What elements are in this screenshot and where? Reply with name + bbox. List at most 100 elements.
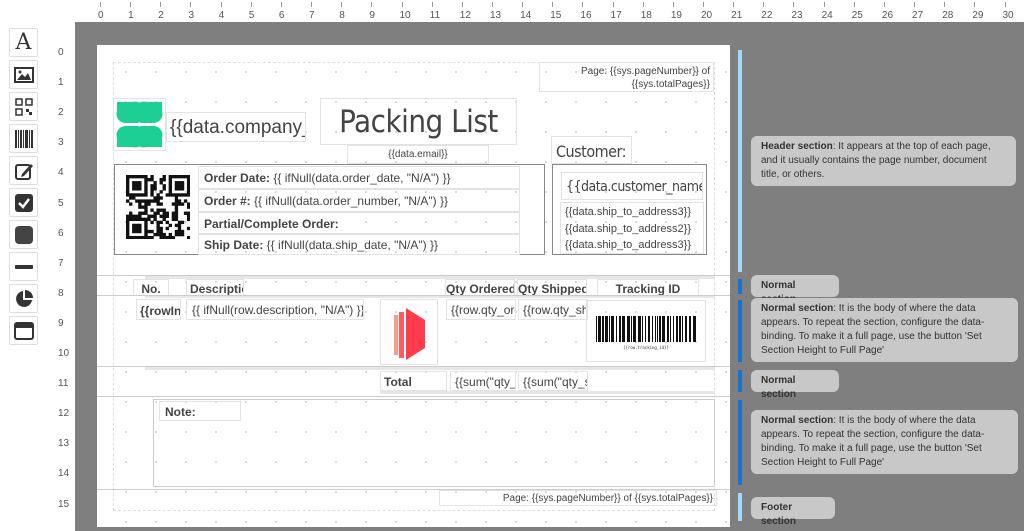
chart-tool[interactable] [9,284,38,313]
ruler-label: 16 [580,10,592,21]
total-border [380,391,715,394]
ruler-label: 8 [58,287,64,299]
partial-order-field[interactable]: Partial/Complete Order: [198,212,520,234]
ruler-label: 4 [218,10,225,21]
barcode-image [596,316,696,342]
header-page-number[interactable]: Page: {{sys.pageNumber}} of {{sys.totalP… [539,62,714,92]
ruler-label: 0 [58,47,64,58]
note-title: Header section [761,141,833,152]
order-date-field[interactable]: Order Date: {{ ifNull(data.order_date, "… [198,166,520,189]
ruler-label: 17 [610,10,622,21]
total-label[interactable]: Total [380,371,447,391]
header-description[interactable]: Description [186,279,244,296]
ruler-tick [461,2,463,7]
container-tool[interactable] [9,316,38,345]
ruler-label: 15 [58,498,70,510]
row-qty-ordered[interactable]: {{row.qty_ordered}} [446,299,516,320]
normal-section-bar[interactable] [738,370,742,392]
header-no[interactable]: No. [133,279,169,296]
brand-logo-icon [394,308,425,360]
total-qty-shipped[interactable]: {{sum("qty_shipped")}} [518,371,588,391]
line-tool[interactable] [9,252,38,281]
ruler-label: 7 [58,257,64,269]
ruler-label: 2 [58,107,64,119]
document-title[interactable]: Packing List [320,98,517,145]
product-image[interactable] [380,299,438,365]
edit-icon [14,163,33,180]
ship-date-value: {{ ifNull(data.ship_date, "N/A") }} [263,238,438,252]
logo-icon [116,101,163,148]
ruler-tick [672,2,674,7]
footer-section-bar[interactable] [738,493,742,521]
note-label[interactable]: Note: [159,401,241,421]
normal-section-bar[interactable] [738,279,742,294]
ruler-tick [703,2,704,7]
qrcode-tool[interactable] [9,92,38,121]
note-title: Normal section [761,303,834,314]
ruler-label: 10 [399,10,411,21]
customer-name[interactable]: {{data.customer_name}} [561,172,703,200]
barcode-tool[interactable] [9,124,38,153]
header-tracking-id[interactable]: Tracking ID [597,279,699,296]
ruler-label: 1 [58,77,64,89]
ruler-tick [491,2,493,7]
row-description[interactable]: {{ ifNull(row.description, "N/A") }} [186,299,364,320]
ruler-tick [341,2,343,7]
footer-section-note: Footer section [751,497,835,527]
ruler-label: 11 [429,10,441,21]
ruler-tick [944,2,946,7]
ruler-label: 25 [851,10,863,21]
ruler-tick [733,2,735,7]
normal-section-note: Normal section [751,370,839,400]
normal-section-note: Normal section: It is the body of where … [751,298,1018,362]
ruler-label: 14 [58,468,70,480]
image-tool[interactable] [9,60,38,89]
ship-date-field[interactable]: Ship Date: {{ ifNull(data.ship_date, "N/… [198,234,520,255]
ruler-tick [823,2,825,7]
order-number-label: Order #: [204,194,251,208]
company-name[interactable]: {{data.company_name}} [166,112,306,142]
qrcode-image[interactable] [126,175,190,239]
checkbox-tool[interactable] [9,188,38,217]
signature-tool[interactable] [9,156,38,185]
ruler-tick [612,2,614,7]
email-field[interactable]: {{data.email}} [347,145,489,164]
ruler-tick [1004,2,1006,7]
header-qty-ordered[interactable]: Qty Ordered [445,279,515,296]
order-number-field[interactable]: Order #: {{ ifNull(data.order_number, "N… [198,189,520,212]
normal-section-bar[interactable] [738,300,742,362]
text-tool[interactable]: A [9,28,38,57]
ruler-tick [371,2,373,7]
ruler-label: 26 [881,10,894,21]
image-icon [13,66,34,83]
normal-section-note: Normal section: It is the body of where … [751,410,1018,474]
header-section-bar[interactable] [738,50,742,272]
ruler-label: 27 [912,10,924,21]
ruler-label: 13 [58,438,70,450]
row-index[interactable]: {{rowIndex}} [136,299,181,320]
ruler-label: 11 [58,378,69,390]
header-qty-shipped[interactable]: Qty Shipped [517,279,587,296]
footer-page-number[interactable]: Page: {{sys.pageNumber}} of {{sys.totalP… [439,490,717,506]
total-qty-ordered[interactable]: {{sum("qty_ordered")}} [450,371,516,391]
note-title: Normal section [761,375,797,400]
ship-date-label: Ship Date: [204,238,264,252]
customer-address[interactable]: {{data.ship_to_address3}} {{data.ship_to… [560,202,704,254]
ruler-label: 29 [972,10,984,21]
address-line: {{data.ship_to_address2}} [565,222,692,235]
row-qty-shipped[interactable]: {{row.qty_shipped}} [518,299,588,320]
shape-tool[interactable] [9,220,38,249]
ruler-tick [220,2,222,7]
ruler-label: 15 [550,10,562,21]
ruler-label: 5 [58,197,64,209]
barcode-text: {{row.tracking_id}} [623,345,669,350]
customer-label[interactable]: Customer: [551,136,632,164]
ruler-label: 6 [278,10,285,21]
ruler-tick [582,2,584,7]
tracking-barcode[interactable]: {{row.tracking_id}} [586,300,706,362]
ruler-tick [190,2,192,7]
company-logo[interactable] [113,98,166,151]
address-line: {{data.ship_to_address3}} [565,239,692,251]
normal-section-bar[interactable] [738,400,742,485]
square-icon [14,225,33,244]
